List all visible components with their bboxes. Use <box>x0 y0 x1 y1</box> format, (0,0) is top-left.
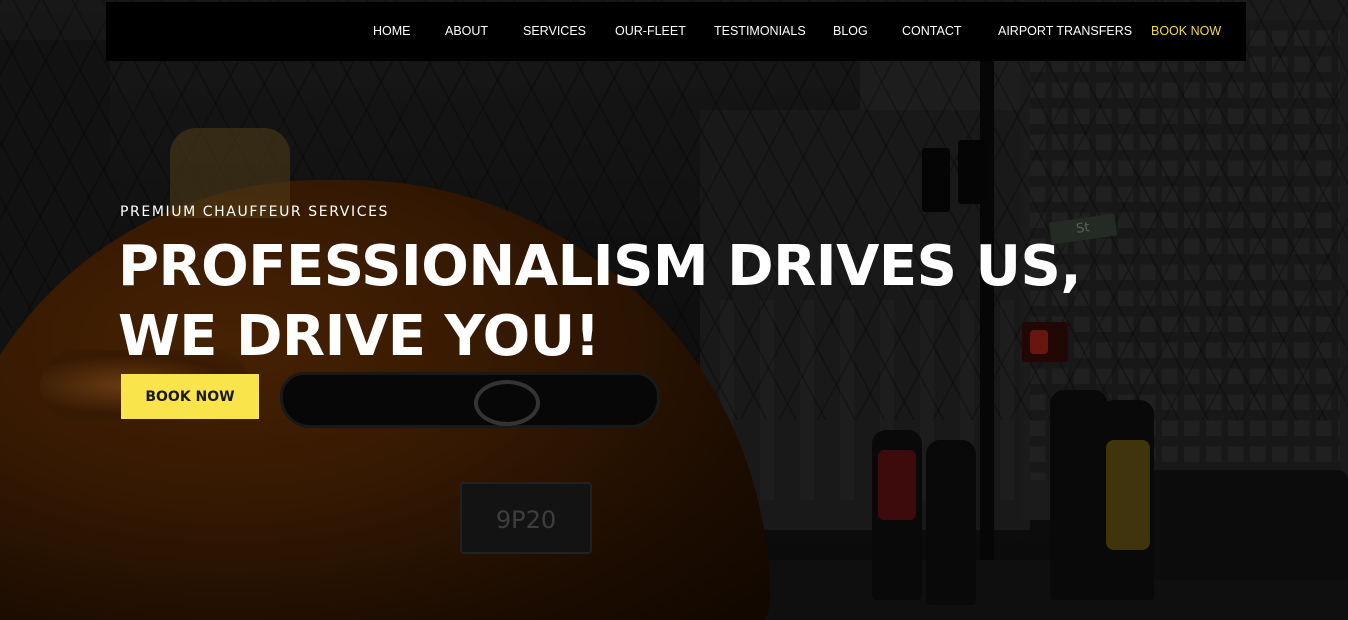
nav-home[interactable]: HOME <box>373 24 411 38</box>
hero-title: PROFESSIONALISM DRIVES US, WE DRIVE YOU! <box>118 234 1082 369</box>
nav-services[interactable]: SERVICES <box>523 24 586 38</box>
hero-eyebrow: PREMIUM CHAUFFEUR SERVICES <box>120 204 390 220</box>
nav-about[interactable]: ABOUT <box>445 24 488 38</box>
nav-contact[interactable]: CONTACT <box>902 24 962 38</box>
nav-our-fleet[interactable]: OUR-FLEET <box>615 24 686 38</box>
book-now-button[interactable]: BOOK NOW <box>121 374 259 419</box>
main-navbar: HOME ABOUT SERVICES OUR-FLEET TESTIMONIA… <box>106 2 1246 61</box>
nav-blog[interactable]: BLOG <box>833 24 868 38</box>
nav-airport-transfers[interactable]: AIRPORT TRANSFERS <box>998 24 1132 38</box>
nav-book-now[interactable]: BOOK NOW <box>1151 24 1221 38</box>
nav-testimonials[interactable]: TESTIMONIALS <box>714 24 806 38</box>
